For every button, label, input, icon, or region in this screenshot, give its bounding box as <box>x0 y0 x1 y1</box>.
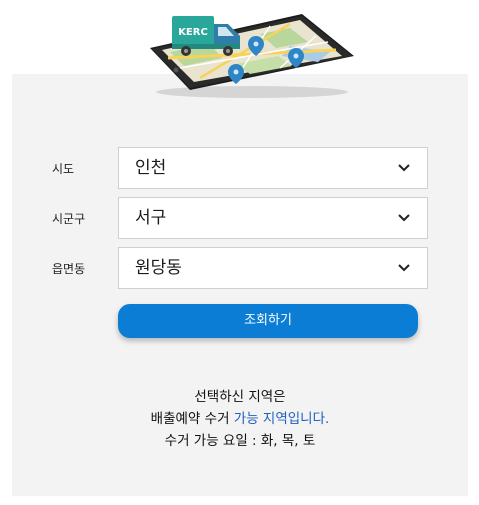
row-sigungu: 시군구 서구 <box>12 197 468 241</box>
search-panel: 시도 인천 시군구 서구 읍면동 원당동 조회하기 선택하신 지역은 배출예약 … <box>12 74 468 496</box>
chevron-down-icon <box>398 164 410 172</box>
eupmyeondong-select-value: 원당동 <box>135 258 182 278</box>
result-line-2-prefix: 배출예약 수거 <box>150 411 234 427</box>
result-line-3: 수거 가능 요일 : 화, 목, 토 <box>164 433 316 449</box>
tablet-map-illustration: KERC <box>150 14 354 98</box>
sigungu-select-value: 서구 <box>135 208 167 228</box>
result-message: 선택하신 지역은 배출예약 수거 가능 지역입니다. 수거 가능 요일 : 화,… <box>12 386 468 452</box>
sido-select[interactable]: 인천 <box>118 147 428 189</box>
chevron-down-icon <box>398 214 410 222</box>
truck-logo-text: KERC <box>178 27 208 38</box>
row-eupmyeondong: 읍면동 원당동 <box>12 247 468 291</box>
sido-select-value: 인천 <box>135 158 167 178</box>
page: 시도 인천 시군구 서구 읍면동 원당동 조회하기 선택하신 지역은 배출예약 … <box>0 0 479 505</box>
result-line-1: 선택하신 지역은 <box>194 389 286 405</box>
eupmyeondong-select[interactable]: 원당동 <box>118 247 428 289</box>
result-availability-highlight: 가능 지역입니다. <box>233 411 330 427</box>
result-line-2: 배출예약 수거 가능 지역입니다. <box>12 408 468 430</box>
sigungu-select[interactable]: 서구 <box>118 197 428 239</box>
search-button[interactable]: 조회하기 <box>118 304 418 338</box>
row-sido: 시도 인천 <box>12 147 468 191</box>
sigungu-label: 시군구 <box>52 212 86 226</box>
chevron-down-icon <box>398 264 410 272</box>
sido-label: 시도 <box>52 162 75 176</box>
eupmyeondong-label: 읍면동 <box>52 262 86 276</box>
